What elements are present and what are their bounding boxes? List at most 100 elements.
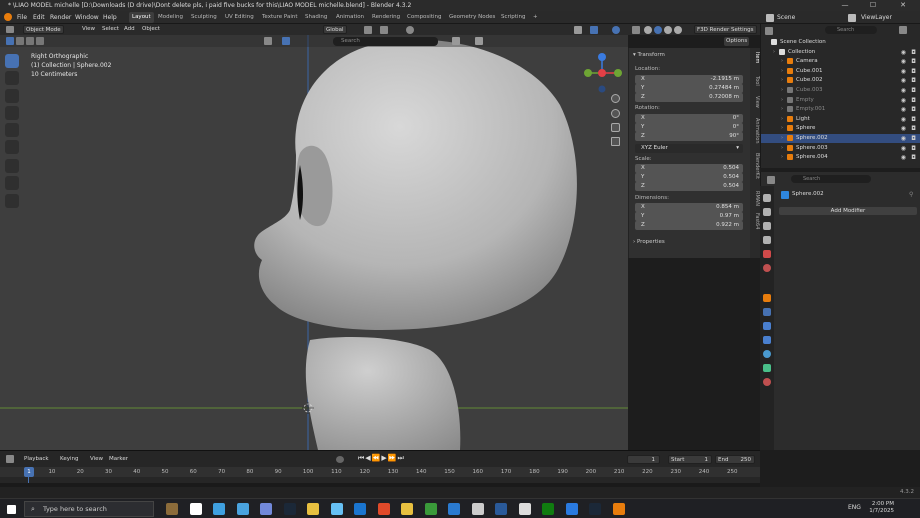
taskbar-app-icon[interactable] [189, 503, 202, 515]
taskbar-app-icon[interactable] [260, 503, 272, 515]
object-types-icon[interactable] [282, 37, 290, 45]
taskbar-app-icon[interactable] [330, 503, 343, 515]
outliner-filter-icon[interactable] [899, 26, 907, 34]
expand-arrow-icon[interactable]: › [781, 134, 783, 143]
properties-subpanel-header[interactable]: › Properties [633, 239, 665, 245]
3d-viewport[interactable]: Right Orthographic (1) Collection | Sphe… [0, 35, 628, 450]
perspective-grid-icon[interactable] [611, 137, 620, 146]
transform-tool-icon[interactable] [5, 140, 19, 154]
camera-view-icon[interactable] [611, 123, 620, 132]
outliner-row[interactable]: › Light ◉ ◘ [761, 115, 920, 124]
outliner-row[interactable]: › Sphere.004 ◉ ◘ [761, 153, 920, 162]
taskbar-search-input[interactable]: ⌕ Type here to search [24, 501, 154, 517]
menu-edit[interactable]: Edit [33, 13, 45, 22]
tab-rman[interactable]: RMAN [750, 191, 760, 206]
eye-icon[interactable]: ◉ [901, 67, 906, 76]
render-settings-dropdown[interactable]: F3D Render Settings [694, 25, 757, 34]
world-props-icon[interactable] [763, 264, 771, 272]
outliner-search-input[interactable]: Search [825, 26, 877, 34]
render-camera-icon[interactable]: ◘ [911, 115, 916, 124]
render-camera-icon[interactable]: ◘ [911, 67, 916, 76]
add-cube-tool-icon[interactable] [5, 194, 19, 208]
outliner-row[interactable]: › Sphere.003 ◉ ◘ [761, 144, 920, 153]
filter-dropdown-icon[interactable] [264, 37, 272, 45]
taskbar-app-icon[interactable] [471, 503, 484, 515]
scene-selector[interactable]: Scene [777, 13, 795, 22]
taskbar-app-icon[interactable] [495, 503, 507, 515]
move-tool-icon[interactable] [5, 89, 19, 103]
taskbar-app-icon[interactable] [236, 503, 249, 515]
tab-animation-side[interactable]: Animation [750, 118, 760, 144]
menu-object[interactable]: Object [140, 25, 162, 34]
clock[interactable]: 2:00 PM 1/7/2025 [866, 501, 894, 515]
menu-file[interactable]: File [17, 13, 27, 22]
expand-arrow-icon[interactable]: › [781, 86, 783, 95]
outliner-row[interactable]: › Empty.001 ◉ ◘ [761, 105, 920, 114]
eye-icon[interactable]: ◉ [901, 144, 906, 153]
cursor-tool-icon[interactable] [5, 71, 19, 85]
modifier-props-icon[interactable] [763, 308, 771, 316]
taskbar-app-icon[interactable] [448, 503, 460, 515]
render-camera-icon[interactable]: ◘ [911, 86, 916, 95]
view-layer-selector[interactable]: ViewLayer [861, 13, 892, 22]
outliner-row[interactable]: › Cube.002 ◉ ◘ [761, 76, 920, 85]
taskbar-app-icon[interactable] [213, 503, 225, 515]
outliner-row[interactable]: › Cube.003 ◉ ◘ [761, 86, 920, 95]
end-frame-field[interactable]: End 250 [715, 455, 755, 464]
render-camera-icon[interactable]: ◘ [911, 105, 916, 114]
add-modifier-button[interactable]: Add Modifier [779, 207, 917, 215]
shading-material-icon[interactable] [664, 26, 672, 34]
outliner-editor-icon[interactable] [765, 27, 773, 35]
timeline-editor-icon[interactable] [6, 455, 14, 463]
rotate-tool-icon[interactable] [5, 106, 19, 120]
render-camera-icon[interactable]: ◘ [911, 124, 916, 133]
expand-arrow-icon[interactable]: › [781, 144, 783, 153]
outliner-row[interactable]: › Sphere ◉ ◘ [761, 124, 920, 133]
autokey-record-icon[interactable] [336, 456, 344, 463]
eye-icon[interactable]: ◉ [901, 134, 906, 143]
funnel-filter-icon[interactable] [475, 37, 483, 45]
tab-scripting[interactable]: Scripting [498, 12, 528, 23]
dimensions-y-field[interactable]: Y 0.97 m [635, 212, 743, 221]
render-camera-icon[interactable]: ◘ [911, 57, 916, 66]
expand-arrow-icon[interactable]: › [781, 57, 783, 66]
tab-compositing[interactable]: Compositing [404, 12, 444, 23]
add-workspace-button[interactable]: + [530, 12, 541, 23]
tab-modeling[interactable]: Modeling [155, 12, 186, 23]
expand-arrow-icon[interactable]: › [781, 153, 783, 162]
taskbar-app-icon[interactable] [518, 503, 531, 515]
tab-uv-editing[interactable]: UV Editing [222, 12, 257, 23]
location-z-field[interactable]: Z 0.72008 m [635, 93, 743, 102]
taskbar-app-icon[interactable] [612, 503, 625, 515]
select-mode-extend-icon[interactable] [16, 37, 24, 45]
overlays-toggle-icon[interactable] [612, 26, 620, 34]
menu-render[interactable]: Render [50, 13, 71, 22]
outliner-row[interactable]: › Camera ◉ ◘ [761, 57, 920, 66]
eye-icon[interactable]: ◉ [901, 105, 906, 114]
expand-arrow-icon[interactable]: › [781, 67, 783, 76]
playback-controls[interactable]: ⏮◀⏪▶⏩⏭ [358, 454, 405, 463]
playhead[interactable]: 1 [24, 467, 34, 477]
render-camera-icon[interactable]: ◘ [911, 76, 916, 85]
windows-start-icon[interactable] [7, 505, 16, 514]
menu-select[interactable]: Select [100, 25, 121, 34]
mode-dropdown[interactable]: Object Mode [23, 25, 64, 34]
menu-add[interactable]: Add [122, 25, 137, 34]
taskbar-app-icon[interactable] [354, 503, 366, 515]
rotation-z-field[interactable]: Z 90° [635, 132, 743, 141]
scene-props-icon[interactable] [763, 250, 771, 258]
menu-view[interactable]: View [80, 25, 97, 34]
taskbar-app-icon[interactable] [424, 503, 437, 515]
outliner-row[interactable]: › Empty ◉ ◘ [761, 96, 920, 105]
location-y-field[interactable]: Y 0.27484 m [635, 84, 743, 93]
navigation-gizmo[interactable] [582, 53, 622, 93]
language-indicator[interactable]: ENG [848, 504, 861, 511]
tab-blenderkit[interactable]: BlenderKit [750, 153, 760, 179]
render-camera-icon[interactable]: ◘ [911, 48, 916, 57]
scale-x-field[interactable]: X 0.504 [635, 164, 743, 173]
expand-arrow-icon[interactable]: › [781, 105, 783, 114]
tab-rendering[interactable]: Rendering [369, 12, 403, 23]
expand-arrow-icon[interactable]: › [781, 124, 783, 133]
tab-animation[interactable]: Animation [333, 12, 367, 23]
pin-icon[interactable]: ⚲ [909, 191, 913, 198]
